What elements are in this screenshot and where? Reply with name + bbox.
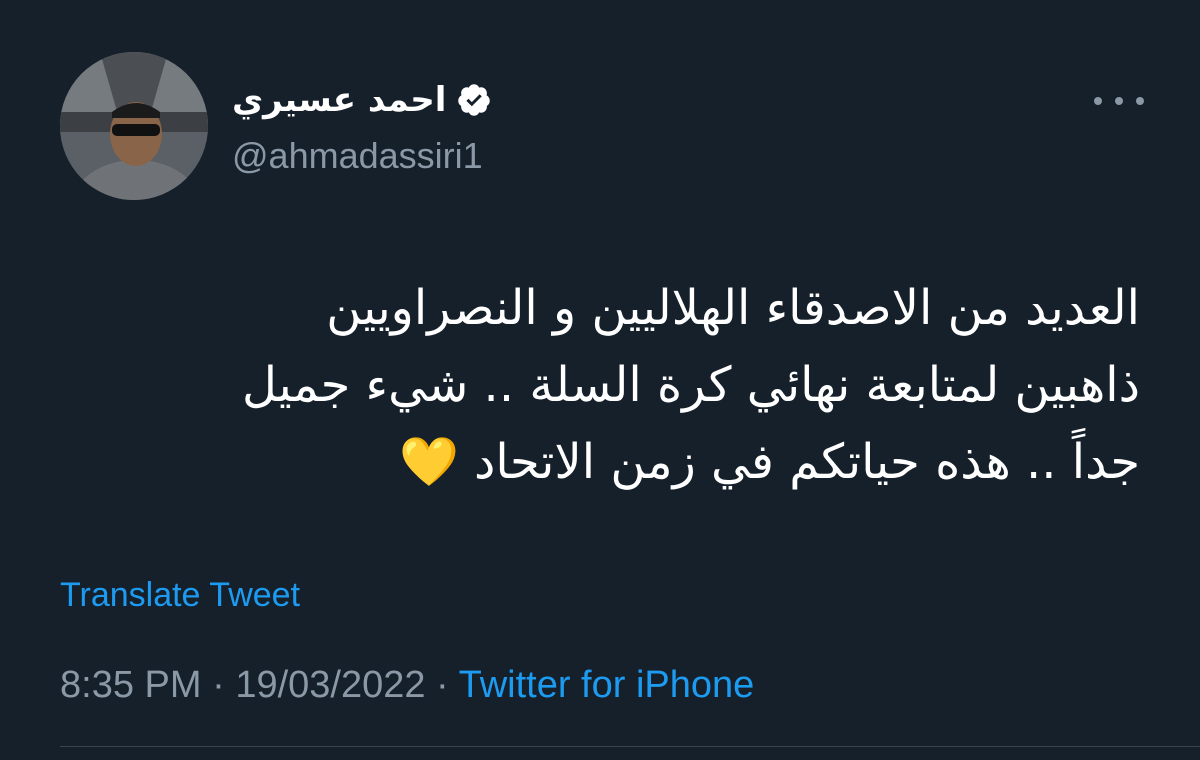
tweet-card: احمد عسيري @ahmadassiri1 العديد من الاصد… — [0, 0, 1200, 760]
name-row: احمد عسيري — [232, 78, 932, 122]
verified-badge-icon — [456, 82, 492, 118]
meta-separator: · — [201, 664, 236, 706]
tweet-meta: 8:35 PM · 19/03/2022 · Twitter for iPhon… — [60, 664, 754, 707]
avatar[interactable] — [60, 52, 208, 200]
avatar-image — [60, 52, 208, 200]
divider — [60, 746, 1200, 747]
more-options-icon[interactable] — [1094, 86, 1144, 116]
display-name[interactable]: احمد عسيري — [232, 78, 446, 122]
tweet-header: احمد عسيري @ahmadassiri1 — [232, 78, 932, 178]
user-handle[interactable]: @ahmadassiri1 — [232, 134, 932, 178]
tweet-text: العديد من الاصدقاء الهلاليين و النصراويي… — [241, 280, 1140, 490]
tweet-time[interactable]: 8:35 PM — [60, 664, 202, 706]
translate-tweet-link[interactable]: Translate Tweet — [60, 576, 300, 615]
meta-separator: · — [425, 664, 459, 706]
tweet-date[interactable]: 19/03/2022 — [235, 664, 425, 706]
tweet-source-link[interactable]: Twitter for iPhone — [459, 664, 755, 706]
